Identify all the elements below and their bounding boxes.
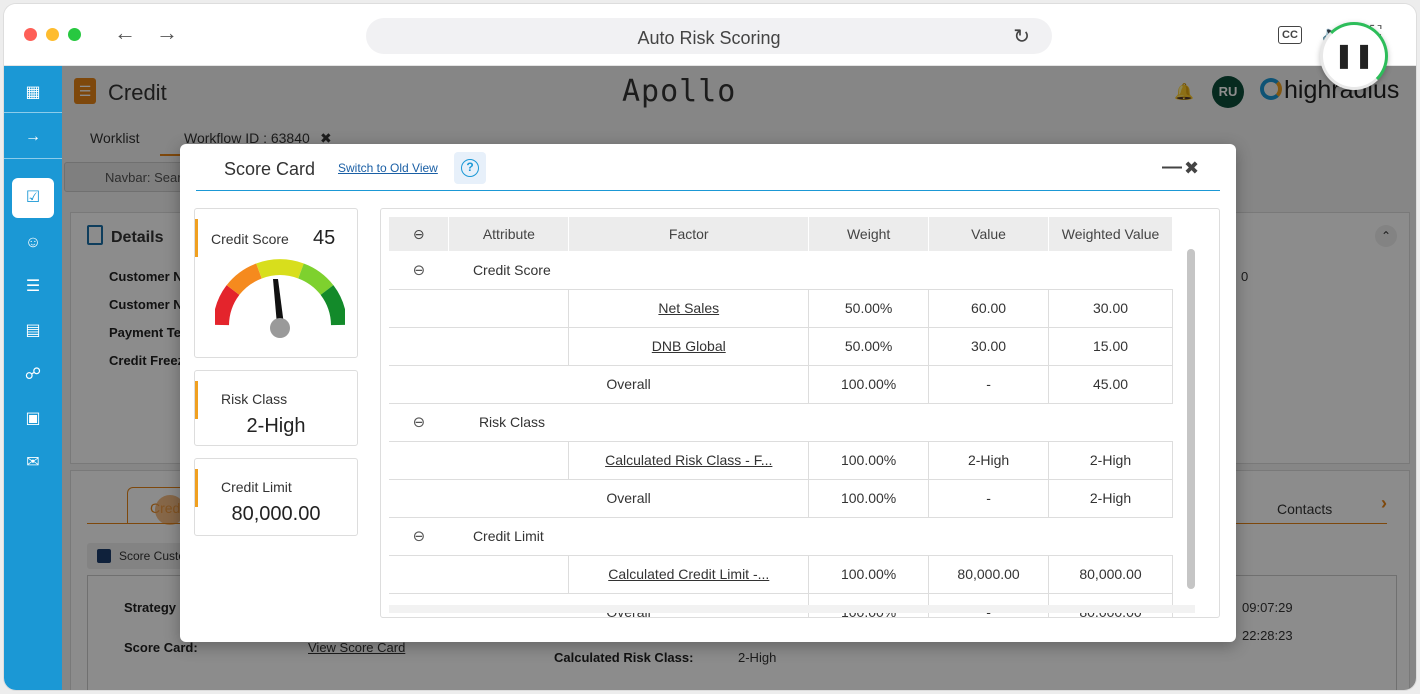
gauge-segment-green	[320, 285, 345, 326]
weight-cell: 100.00%	[808, 365, 930, 404]
value-cell: 30.00	[928, 327, 1050, 366]
document-icon[interactable]: ▤	[18, 316, 48, 346]
value-cell: 60.00	[928, 289, 1050, 328]
header-value: Value	[928, 217, 1050, 251]
browser-chrome: ← → Auto Risk Scoring ↻ CC 🔈 ⛶	[4, 4, 1416, 66]
switch-to-old-view-link[interactable]: Switch to Old View	[338, 161, 438, 175]
group-label: Credit Limit	[448, 517, 1173, 556]
reload-icon[interactable]: ↻	[1013, 24, 1030, 49]
close-icon[interactable]: ✖	[1184, 158, 1199, 179]
group-row-credit-limit: ⊖ Credit Limit	[389, 517, 1173, 556]
weight-cell: 100.00%	[808, 555, 930, 594]
header-attribute: Attribute	[448, 217, 570, 251]
minimize-icon[interactable]: —	[1162, 156, 1182, 179]
credit-score-gauge	[215, 259, 345, 338]
factor-link[interactable]: DNB Global	[568, 327, 810, 366]
weighted-value-cell: 2-High	[1048, 441, 1173, 480]
weighted-value-cell: 45.00	[1048, 365, 1173, 404]
value-cell: 80,000.00	[928, 555, 1050, 594]
weight-cell: 100.00%	[808, 441, 930, 480]
header-weight: Weight	[808, 217, 930, 251]
score-card-modal: Score Card Switch to Old View ? — ✖ Cred…	[180, 144, 1236, 642]
group-row-credit-score: ⊖ Credit Score	[389, 251, 1173, 290]
collapse-icon[interactable]: ⊖	[389, 251, 449, 290]
factor-link[interactable]: Calculated Credit Limit -...	[568, 555, 810, 594]
group-row-risk-class: ⊖ Risk Class	[389, 403, 1173, 442]
value-cell: 2-High	[928, 441, 1050, 480]
weighted-value-cell: 2-High	[1048, 479, 1173, 518]
weight-cell: 100.00%	[808, 479, 930, 518]
mail-settings-icon[interactable]: ✉	[18, 448, 48, 478]
minimize-window-button[interactable]	[46, 28, 59, 41]
table-row: Overall 100.00% - 2-High	[389, 479, 1173, 518]
risk-class-card: Risk Class 2-High	[194, 370, 358, 446]
credit-limit-value: 80,000.00	[231, 503, 321, 525]
score-table: ⊖ Attribute Factor Weight Value Weighted…	[389, 217, 1173, 617]
collapse-icon[interactable]: ⊖	[389, 517, 449, 556]
credit-limit-card: Credit Limit 80,000.00	[194, 458, 358, 536]
value-cell: -	[928, 479, 1050, 518]
tasks-icon[interactable]: ☑	[12, 178, 54, 218]
address-bar[interactable]: Auto Risk Scoring ↻	[366, 18, 1052, 54]
vertical-scrollbar[interactable]	[1187, 249, 1195, 589]
factor-link[interactable]: Net Sales	[568, 289, 810, 328]
credit-score-label: Credit Score	[211, 231, 289, 247]
collapse-all-icon[interactable]: ⊖	[389, 217, 450, 251]
help-button[interactable]: ?	[454, 152, 486, 184]
sidebar: ▦ → ☑ ☺ ☰ ▤ ☍ ▣ ✉	[4, 66, 62, 690]
gauge-needle	[273, 279, 284, 325]
risk-class-label: Risk Class	[221, 391, 288, 407]
maximize-window-button[interactable]	[68, 28, 81, 41]
table-row: Calculated Credit Limit -... 100.00% 80,…	[389, 555, 1173, 594]
header-weighted-value: Weighted Value	[1048, 217, 1173, 251]
close-window-button[interactable]	[24, 28, 37, 41]
factor-cell: Overall	[448, 479, 810, 518]
table-row: DNB Global 50.00% 30.00 15.00	[389, 327, 1173, 366]
factor-link[interactable]: Calculated Risk Class - F...	[568, 441, 810, 480]
table-row: Net Sales 50.00% 60.00 30.00	[389, 289, 1173, 328]
page-title: Auto Risk Scoring	[637, 28, 781, 48]
apps-grid-icon[interactable]: ▦	[18, 78, 48, 108]
inbox-icon[interactable]: ▣	[18, 404, 48, 434]
users-icon[interactable]: ☺	[18, 228, 48, 258]
horizontal-scrollbar[interactable]	[389, 605, 1195, 613]
gauge-segment-red	[215, 285, 240, 326]
table-row: Overall 100.00% - 45.00	[389, 365, 1173, 404]
group-label: Credit Score	[448, 251, 1173, 290]
weighted-value-cell: 80,000.00	[1048, 555, 1173, 594]
weight-cell: 50.00%	[808, 289, 930, 328]
table-row: Calculated Risk Class - F... 100.00% 2-H…	[389, 441, 1173, 480]
gauge-hub	[270, 318, 290, 338]
collapse-icon[interactable]: ⊖	[389, 403, 449, 442]
pause-button[interactable]: ❚❚	[1320, 22, 1388, 90]
help-icon: ?	[461, 159, 479, 177]
value-cell: -	[928, 365, 1050, 404]
list-icon[interactable]: ☰	[18, 272, 48, 302]
modal-title: Score Card	[224, 159, 316, 179]
table-header-row: ⊖ Attribute Factor Weight Value Weighted…	[389, 217, 1173, 251]
modal-divider	[196, 190, 1220, 191]
weighted-value-cell: 15.00	[1048, 327, 1173, 366]
gauge-segment-lightgreen	[297, 263, 334, 296]
credit-score-value: 45	[313, 227, 336, 249]
factor-cell: Overall	[448, 365, 810, 404]
forward-arrow-icon[interactable]: →	[156, 22, 178, 44]
weight-cell: 50.00%	[808, 327, 930, 366]
gauge-segment-orange	[226, 263, 263, 296]
score-table-container: ⊖ Attribute Factor Weight Value Weighted…	[380, 208, 1220, 618]
gauge-segment-yellow	[256, 259, 304, 279]
attachment-icon[interactable]: ☍	[18, 360, 48, 390]
captions-icon[interactable]: CC	[1278, 26, 1302, 44]
expand-arrow-icon[interactable]: →	[18, 122, 48, 152]
credit-score-card: Credit Score 45	[194, 208, 358, 358]
back-arrow-icon[interactable]: ←	[114, 22, 136, 44]
group-label: Risk Class	[448, 403, 1173, 442]
risk-class-value: 2-High	[246, 415, 306, 437]
weighted-value-cell: 30.00	[1048, 289, 1173, 328]
header-factor: Factor	[568, 217, 810, 251]
credit-limit-label: Credit Limit	[221, 479, 292, 495]
